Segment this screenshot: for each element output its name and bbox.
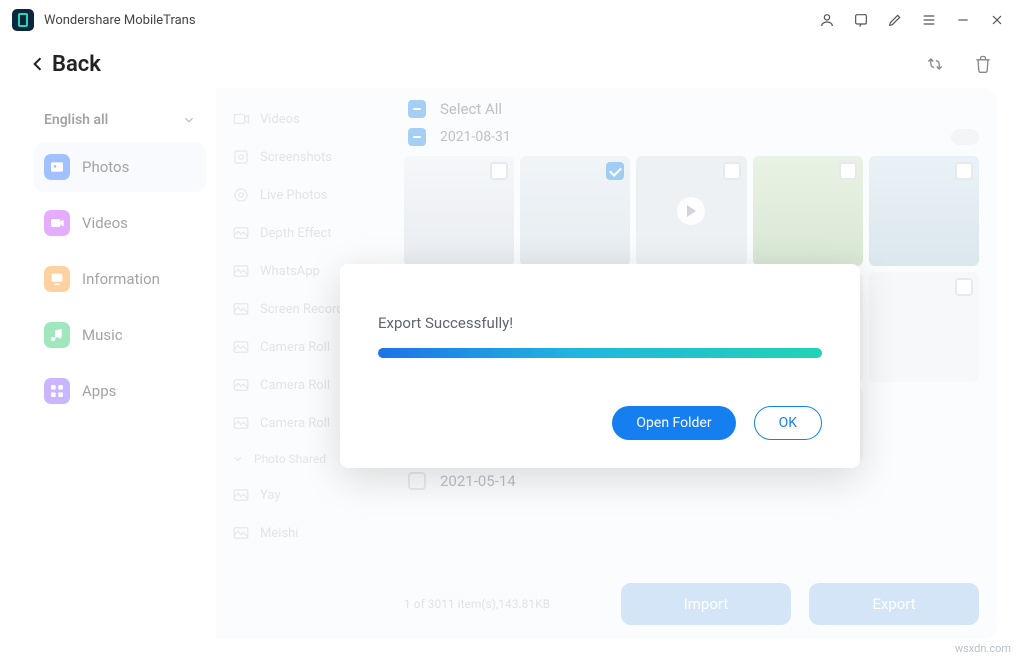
thumbnail[interactable] <box>869 388 979 462</box>
selection-info: 1 of 3011 item(s),143.81KB <box>404 597 550 611</box>
thumbnail[interactable] <box>869 156 979 266</box>
thumbnail[interactable] <box>869 272 979 382</box>
menu-icon[interactable] <box>921 12 937 28</box>
sidebar-item-label: Information <box>82 270 160 288</box>
sidebar-item-label: Photos <box>82 158 129 176</box>
thumbnail[interactable] <box>404 156 514 266</box>
progress-bar <box>378 348 822 358</box>
thumb-checkbox[interactable] <box>606 162 624 180</box>
checkbox-indeterminate-icon[interactable] <box>408 100 426 118</box>
app-logo <box>12 9 34 31</box>
thumb-checkbox[interactable] <box>955 278 973 296</box>
date-label: 2021-08-31 <box>440 129 511 145</box>
minimize-icon[interactable] <box>955 12 971 28</box>
sidebar-item-photos[interactable]: Photos <box>34 142 206 192</box>
sidebar-item-apps[interactable]: Apps <box>34 366 206 416</box>
sidebar-left: English all Photos Videos Information Mu… <box>24 88 216 639</box>
back-label: Back <box>52 52 101 77</box>
sidebar-item-information[interactable]: Information <box>34 254 206 304</box>
refresh-icon[interactable] <box>925 54 945 74</box>
user-icon[interactable] <box>819 12 835 28</box>
edit-icon[interactable] <box>887 12 903 28</box>
sidebar-item-videos[interactable]: Videos <box>34 198 206 248</box>
close-icon[interactable] <box>989 12 1005 28</box>
ok-button[interactable]: OK <box>754 406 822 440</box>
date-group-row[interactable]: 2021-08-31 5 <box>404 124 979 150</box>
checkbox-indeterminate-icon[interactable] <box>408 128 426 146</box>
sidebar-item-label: Music <box>82 326 123 344</box>
titlebar: Wondershare MobileTrans <box>0 0 1017 40</box>
dropdown-label: English all <box>44 112 108 128</box>
open-folder-button[interactable]: Open Folder <box>612 406 735 440</box>
export-success-dialog: Export Successfully! Open Folder OK <box>340 264 860 468</box>
select-all-row[interactable]: Select All <box>404 96 979 122</box>
album-item[interactable]: Yay <box>216 476 396 514</box>
count-badge: 5 <box>951 129 979 145</box>
export-button[interactable]: Export <box>809 583 979 625</box>
album-item[interactable]: Videos <box>216 100 396 138</box>
content-footer: 1 of 3011 item(s),143.81KB Import Export <box>404 573 979 639</box>
thumb-checkbox[interactable] <box>723 162 741 180</box>
sidebar-item-label: Videos <box>82 214 128 232</box>
back-button[interactable]: Back <box>28 52 101 77</box>
album-item[interactable]: Meishi <box>216 514 396 552</box>
thumbnail[interactable] <box>520 156 630 266</box>
language-dropdown[interactable]: English all <box>34 104 206 136</box>
chevron-down-icon <box>182 113 196 127</box>
delete-icon[interactable] <box>973 54 993 74</box>
feedback-icon[interactable] <box>853 12 869 28</box>
thumb-checkbox[interactable] <box>490 162 508 180</box>
import-button[interactable]: Import <box>621 583 791 625</box>
dialog-title: Export Successfully! <box>378 314 822 332</box>
app-title: Wondershare MobileTrans <box>44 13 196 28</box>
sidebar-item-label: Apps <box>82 382 116 400</box>
album-item[interactable]: Screenshots <box>216 138 396 176</box>
play-icon <box>677 197 705 225</box>
select-all-label: Select All <box>440 100 502 118</box>
album-item[interactable]: Live Photos <box>216 176 396 214</box>
sidebar-item-music[interactable]: Music <box>34 310 206 360</box>
thumb-checkbox[interactable] <box>839 162 857 180</box>
album-item[interactable]: Depth Effect <box>216 214 396 252</box>
thumbnail[interactable] <box>753 156 863 266</box>
watermark: wsxdn.com <box>955 642 1011 655</box>
topnav: Back <box>0 40 1017 88</box>
date-label: 2021-05-14 <box>440 472 516 490</box>
titlebar-actions <box>819 12 1005 28</box>
thumb-checkbox[interactable] <box>955 162 973 180</box>
checkbox-icon[interactable] <box>408 472 426 490</box>
thumbnail[interactable] <box>636 156 746 266</box>
